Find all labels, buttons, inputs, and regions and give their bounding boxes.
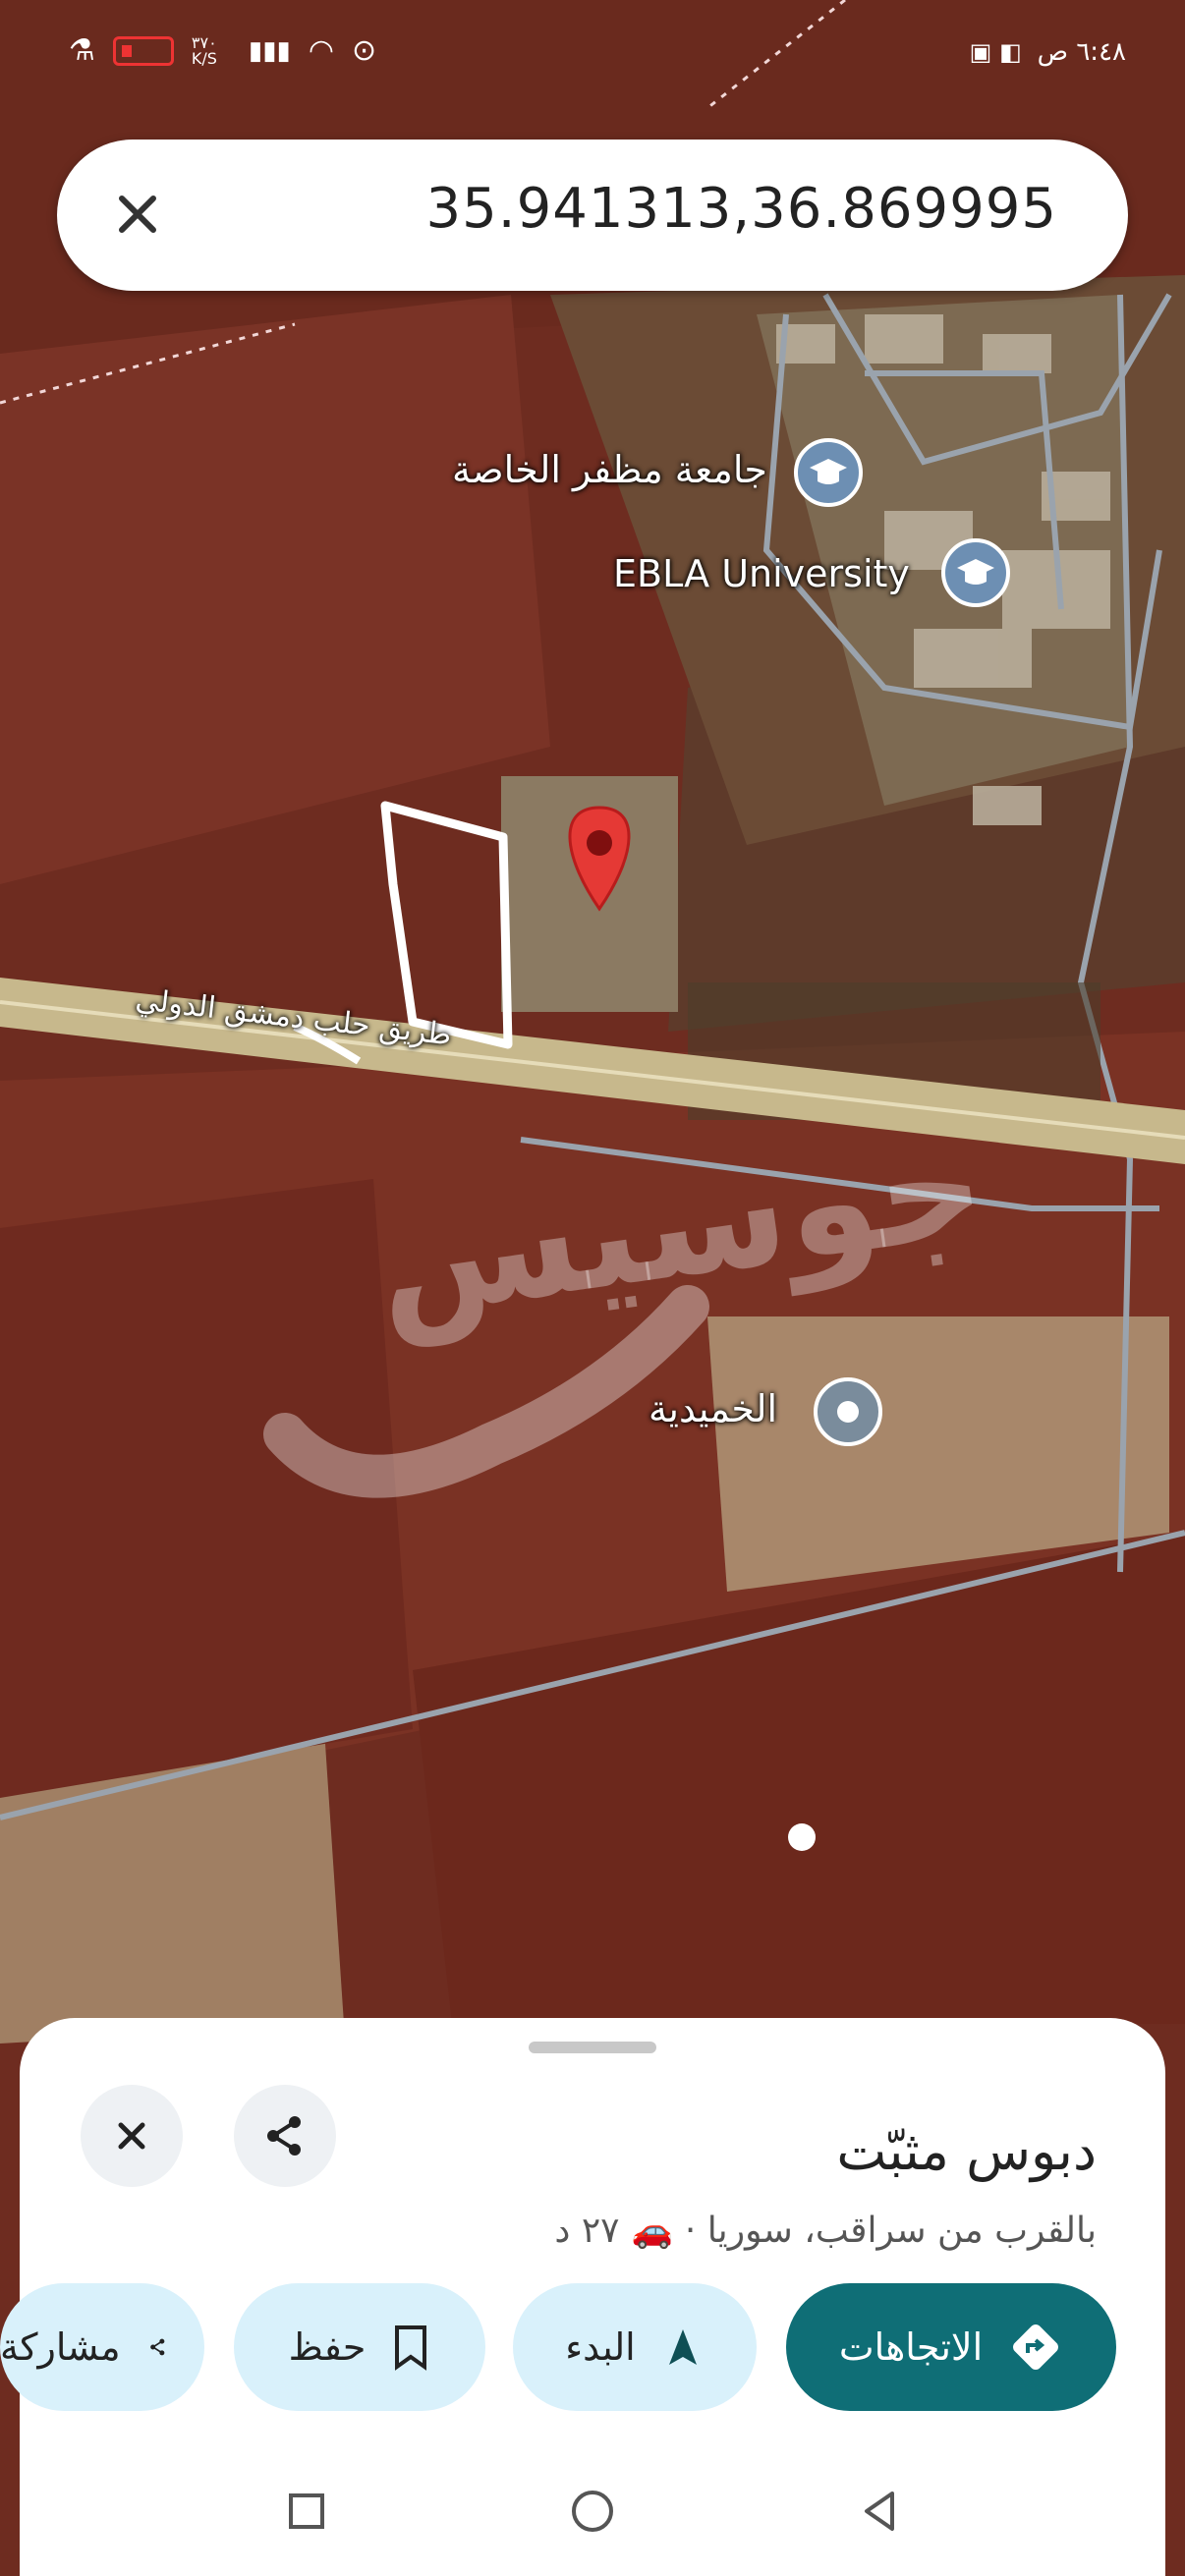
status-time: ٦:٤٨ ص xyxy=(1037,37,1126,67)
map-label-mosque-uni[interactable]: جامعة مظفر الخاصة xyxy=(452,448,767,491)
place-subtitle: بالقرب من سراقب، سوريا · 🚗 ٢٧ د xyxy=(554,2211,1097,2251)
back-button[interactable] xyxy=(851,2482,910,2541)
map-label-khumaydiyah[interactable]: الخميدية xyxy=(649,1387,777,1430)
battery-icon xyxy=(112,35,174,66)
graduation-cap-icon xyxy=(810,459,847,484)
graduation-cap-icon xyxy=(957,559,994,585)
university-pin[interactable] xyxy=(794,438,863,507)
circle-icon xyxy=(572,2491,613,2532)
share-button[interactable] xyxy=(234,2085,336,2187)
directions-button[interactable]: الاتجاهات xyxy=(786,2283,1116,2411)
car-icon: 🚗 xyxy=(631,2211,673,2251)
recents-button[interactable] xyxy=(277,2482,336,2541)
save-button[interactable]: حفظ xyxy=(234,2283,485,2411)
net-speed: ٣٧٠ K/S xyxy=(191,32,217,68)
close-sheet-button[interactable] xyxy=(81,2085,183,2187)
place-title: دبوس مثبّت xyxy=(836,2120,1097,2182)
search-query[interactable]: 35.941313,36.869995 xyxy=(426,177,1057,241)
sheet-drag-handle[interactable] xyxy=(529,2042,656,2053)
location-icon: ⊙ xyxy=(352,33,377,68)
directions-icon xyxy=(1013,2324,1059,2370)
save-label: حفظ xyxy=(288,2325,367,2369)
status-left: ⚗ ٣٧٠ K/S ▮▮▮ ◠ ⊙ xyxy=(69,33,376,68)
flask-icon: ⚗ xyxy=(69,33,95,68)
close-search-button[interactable] xyxy=(100,177,175,252)
start-button[interactable]: البدء xyxy=(513,2283,757,2411)
bookmark-icon xyxy=(395,2325,427,2371)
search-bar[interactable]: 35.941313,36.869995 xyxy=(57,140,1128,291)
share-label: مشاركة xyxy=(0,2325,121,2369)
place-pin-khumaydiyah[interactable] xyxy=(814,1377,882,1446)
navigation-arrow-icon xyxy=(668,2329,697,2365)
status-bar: ⚗ ٣٧٠ K/S ▮▮▮ ◠ ⊙ ▣ ◧ ٦:٤٨ ص xyxy=(0,0,1185,118)
share-chip-button[interactable]: مشاركة xyxy=(0,2283,204,2411)
close-icon xyxy=(119,196,156,233)
home-button[interactable] xyxy=(563,2482,622,2541)
notif-icons: ▣ ◧ xyxy=(969,38,1022,66)
signal-icon: ▮▮▮ xyxy=(248,35,291,66)
start-label: البدء xyxy=(565,2325,636,2369)
wifi-icon: ◠ xyxy=(308,33,335,68)
status-right: ▣ ◧ ٦:٤٨ ص xyxy=(970,37,1126,67)
share-icon xyxy=(267,2116,301,2156)
system-nav-bar xyxy=(0,2456,1185,2576)
map-label-ebla[interactable]: EBLA University xyxy=(613,552,910,595)
triangle-back-icon xyxy=(865,2492,894,2531)
ebla-university-pin[interactable] xyxy=(941,538,1010,607)
close-icon xyxy=(118,2122,145,2150)
place-location-text: بالقرب من سراقب، سوريا · xyxy=(684,2211,1097,2251)
directions-label: الاتجاهات xyxy=(838,2325,984,2369)
place-dot-icon xyxy=(837,1401,859,1423)
drive-time: ٢٧ د xyxy=(554,2211,620,2251)
square-icon xyxy=(289,2493,324,2529)
share-icon xyxy=(149,2338,164,2356)
